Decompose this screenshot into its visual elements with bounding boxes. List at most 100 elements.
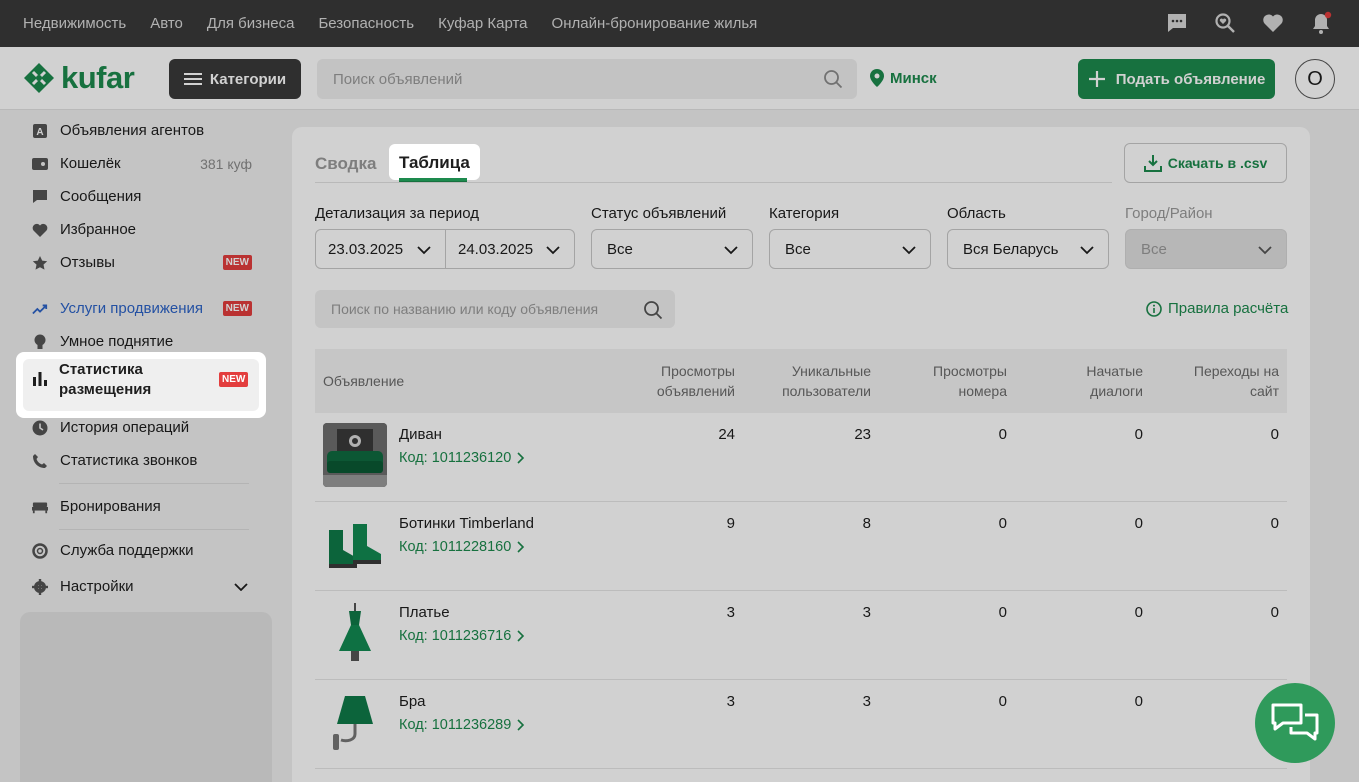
topnav-link-map[interactable]: Куфар Карта: [438, 15, 527, 32]
chevron-down-icon: [417, 246, 431, 255]
status-select[interactable]: Все: [591, 229, 753, 269]
column-started-dialogs: Начатые диалоги: [1086, 363, 1143, 399]
search-icon[interactable]: [823, 69, 843, 89]
sidebar-item-promotion[interactable]: Услуги продвижения NEW: [32, 300, 252, 317]
phone-views-value: 0: [998, 604, 1007, 621]
started-dialogs-value: 0: [1134, 426, 1143, 443]
topnav-link-booking[interactable]: Онлайн-бронирование жилья: [552, 15, 758, 32]
sidebar-item-label: Статистика звонков: [60, 452, 198, 469]
sidebar-item-operations-history[interactable]: История операций: [32, 419, 252, 436]
date-to-value: 24.03.2025: [458, 240, 534, 258]
info-icon: [1146, 300, 1162, 317]
ad-code-link[interactable]: Код: 1011236289: [399, 717, 525, 733]
unique-users-value: 8: [862, 515, 871, 532]
kufar-logo[interactable]: kufar: [23, 60, 135, 96]
bar-chart-icon: [32, 370, 48, 389]
chevron-down-icon: [724, 246, 738, 255]
sidebar-item-label: Сообщения: [60, 188, 142, 205]
topnav-link-safety[interactable]: Безопасность: [318, 15, 414, 32]
topnav-link-business[interactable]: Для бизнеса: [207, 15, 295, 32]
sidebar-item-reviews[interactable]: Отзывы NEW: [32, 254, 252, 271]
calculation-rules-link[interactable]: Правила расчёта: [1146, 300, 1288, 317]
ad-code-link[interactable]: Код: 1011236716: [399, 628, 525, 644]
ad-code-link[interactable]: Код: 1011228160: [399, 539, 525, 555]
user-avatar[interactable]: O: [1295, 59, 1335, 99]
sidebar-item-support[interactable]: Служба поддержки: [32, 542, 252, 559]
sidebar-item-agents[interactable]: A Объявления агентов: [32, 122, 252, 139]
categories-button[interactable]: Категории: [169, 59, 301, 99]
table-row[interactable]: Бра Код: 1011236289 3 3 0 0 0: [315, 680, 1287, 769]
stats-table-header: Объявление Просмотры объявлений Уникальны…: [315, 349, 1287, 413]
ad-search-input[interactable]: Поиск объявлений: [317, 59, 857, 99]
wallet-icon: [32, 156, 48, 172]
ad-title[interactable]: Бра: [399, 693, 426, 710]
bell-icon[interactable]: [1309, 11, 1333, 35]
unique-users-value: 23: [854, 426, 871, 443]
download-csv-label: Скачать в .csv: [1167, 155, 1268, 171]
table-row[interactable]: Ботинки Timberland Код: 1011228160 9 8 0…: [315, 502, 1287, 591]
region-select[interactable]: Вся Беларусь: [947, 229, 1109, 269]
ad-code-link[interactable]: Код: 1011236120: [399, 450, 525, 466]
status-label: Статус объявлений: [591, 205, 727, 222]
saved-search-icon[interactable]: [1213, 11, 1237, 35]
menu-icon: [183, 73, 202, 85]
started-dialogs-value: 0: [1134, 604, 1143, 621]
sidebar-item-label: Объявления агентов: [60, 122, 205, 139]
city-selector[interactable]: Минск: [870, 69, 937, 87]
sidebar-item-label: Бронирования: [60, 498, 161, 515]
chevron-down-icon[interactable]: [234, 582, 248, 591]
ad-filter-search-input[interactable]: Поиск по названию или коду объявления: [315, 290, 675, 328]
agent-icon: A: [32, 123, 48, 139]
date-from-select[interactable]: 23.03.2025: [315, 229, 446, 269]
trend-icon: [32, 301, 48, 317]
support-chat-button[interactable]: [1255, 683, 1335, 763]
sidebar-item-call-stats[interactable]: Статистика звонков: [32, 452, 252, 469]
download-csv-button[interactable]: Скачать в .csv: [1124, 143, 1287, 183]
sofa-thumbnail[interactable]: [323, 423, 387, 487]
phone-views-value: 0: [998, 426, 1007, 443]
sidebar-item-bookings[interactable]: Бронирования: [32, 498, 252, 515]
gear-icon: [32, 578, 48, 595]
dress-thumbnail[interactable]: [323, 601, 387, 665]
sidebar-item-placement-stats[interactable]: Статистика размещения NEW: [16, 352, 266, 418]
sidebar-item-messages[interactable]: Сообщения: [32, 188, 252, 205]
sidebar-item-favorites[interactable]: Избранное: [32, 221, 252, 238]
date-to-select[interactable]: 24.03.2025: [445, 229, 575, 269]
sidebar-item-wallet[interactable]: Кошелёк 381 куф: [32, 155, 252, 172]
category-select[interactable]: Все: [769, 229, 931, 269]
boots-thumbnail[interactable]: [323, 512, 387, 576]
category-label: Категория: [769, 205, 840, 222]
top-navigation: Недвижимость Авто Для бизнеса Безопаснос…: [0, 0, 1359, 47]
sidebar-item-label: История операций: [60, 419, 190, 436]
ad-views-value: 24: [718, 426, 735, 443]
topnav-link-realty[interactable]: Недвижимость: [23, 15, 126, 32]
chevron-down-icon: [546, 246, 560, 255]
heart-icon[interactable]: [1261, 11, 1285, 35]
started-dialogs-value: 0: [1134, 515, 1143, 532]
table-row[interactable]: Платье Код: 1011236716 3 3 0 0 0: [315, 591, 1287, 680]
city-district-select: Все: [1125, 229, 1287, 269]
location-pin-icon: [870, 69, 884, 87]
city-district-label: Город/Район: [1125, 205, 1213, 222]
star-icon: [32, 255, 48, 271]
categories-label: Категории: [209, 70, 287, 88]
tab-summary[interactable]: Сводка: [315, 154, 376, 174]
tab-table-spotlight[interactable]: Таблица: [389, 144, 480, 181]
topnav-link-auto[interactable]: Авто: [150, 15, 183, 32]
phone-icon: [32, 453, 48, 469]
active-tab-indicator: [399, 178, 467, 181]
table-row[interactable]: Диван Код: 1011236120 24 23 0 0 0: [315, 413, 1287, 502]
ad-title[interactable]: Платье: [399, 604, 450, 621]
post-ad-button[interactable]: Подать объявление: [1078, 59, 1275, 99]
search-icon[interactable]: [643, 300, 663, 320]
messages-icon[interactable]: [1165, 11, 1189, 35]
ad-title[interactable]: Ботинки Timberland: [399, 515, 534, 532]
ad-title[interactable]: Диван: [399, 426, 442, 443]
sidebar-item-smart-bump[interactable]: Умное поднятие: [32, 333, 252, 350]
sidebar-banner-placeholder: [20, 612, 272, 782]
sidebar-item-label: Умное поднятие: [60, 333, 174, 350]
sidebar-item-settings[interactable]: Настройки: [32, 578, 248, 595]
sconce-thumbnail[interactable]: [323, 690, 387, 754]
site-clicks-value: 0: [1270, 426, 1279, 443]
sidebar-item-label: Статистика размещения: [59, 361, 152, 398]
